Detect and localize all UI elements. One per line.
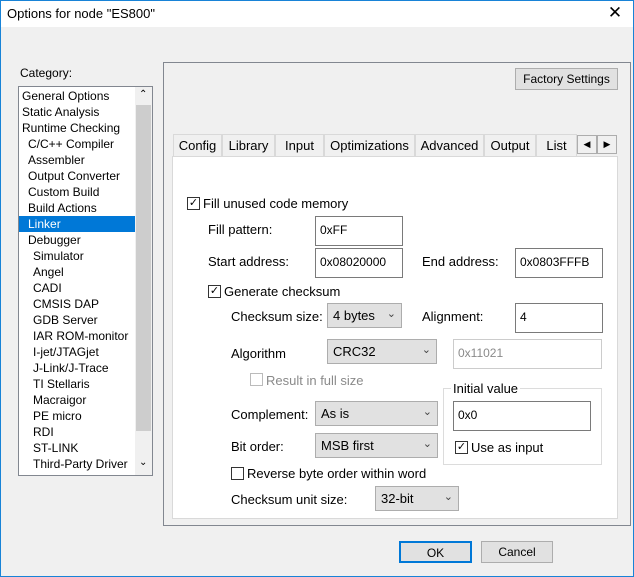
category-item[interactable]: PE micro — [19, 408, 135, 424]
tab-input[interactable]: Input — [275, 134, 324, 157]
polynomial-input: 0x11021 — [453, 339, 602, 369]
category-item[interactable]: GDB Server — [19, 312, 135, 328]
category-item[interactable]: Debugger — [19, 232, 135, 248]
tab-output[interactable]: Output — [484, 134, 536, 157]
checksum-unit-size-value: 32-bit — [381, 491, 414, 506]
chevron-down-icon: ⌄ — [443, 491, 453, 503]
category-list[interactable]: ⌃ ⌄ General Options Static Analysis Runtim… — [18, 86, 153, 476]
tab-scroll-left-icon[interactable]: ◀ — [577, 135, 597, 154]
reverse-byte-order-label: Reverse byte order within word — [247, 466, 427, 481]
category-item[interactable]: J-Link/J-Trace — [19, 360, 135, 376]
start-address-label: Start address: — [208, 254, 289, 269]
category-item[interactable]: Custom Build — [19, 184, 135, 200]
initial-value-input[interactable]: 0x0 — [453, 401, 591, 431]
window-title: Options for node "ES800" — [7, 6, 155, 21]
algorithm-select[interactable]: CRC32 ⌄ — [327, 339, 437, 364]
category-item[interactable]: Build Actions — [19, 200, 135, 216]
category-item[interactable]: Assembler — [19, 152, 135, 168]
scroll-thumb[interactable] — [136, 105, 151, 431]
category-item[interactable]: C/C++ Compiler — [19, 136, 135, 152]
end-address-label: End address: — [422, 254, 499, 269]
alignment-label: Alignment: — [422, 309, 484, 324]
initial-value-label: Initial value — [451, 381, 521, 396]
category-item[interactable]: Runtime Checking — [19, 120, 135, 136]
full-size-label: Result in full size — [266, 373, 364, 388]
full-size-checkbox — [250, 373, 263, 386]
fill-unused-label: Fill unused code memory — [203, 196, 349, 211]
close-icon[interactable]: ✕ — [603, 3, 627, 23]
category-item[interactable]: Static Analysis — [19, 104, 135, 120]
generate-checksum-label: Generate checksum — [224, 284, 341, 299]
tab-scroll-right-icon[interactable]: ▶ — [597, 135, 617, 154]
category-item[interactable]: IAR ROM-monitor — [19, 328, 135, 344]
title-bar: Options for node "ES800" ✕ — [1, 1, 633, 27]
tab-optimizations[interactable]: Optimizations — [324, 134, 415, 157]
fill-pattern-label: Fill pattern: — [208, 222, 273, 237]
fill-pattern-input[interactable]: 0xFF — [315, 216, 403, 246]
chevron-down-icon: ⌄ — [422, 406, 432, 418]
checksum-size-value: 4 bytes — [333, 308, 375, 323]
start-address-input[interactable]: 0x08020000 — [315, 248, 403, 278]
category-item[interactable]: CADI — [19, 280, 135, 296]
chevron-down-icon: ⌄ — [386, 308, 396, 320]
category-item[interactable]: Macraigor — [19, 392, 135, 408]
checksum-size-select[interactable]: 4 bytes ⌄ — [327, 303, 402, 328]
category-label: Category: — [20, 66, 73, 80]
bit-order-select[interactable]: MSB first ⌄ — [315, 433, 438, 458]
checksum-unit-size-select[interactable]: 32-bit ⌄ — [375, 486, 459, 511]
alignment-input[interactable]: 4 — [515, 303, 603, 333]
scroll-up-icon[interactable]: ⌃ — [139, 89, 147, 100]
chevron-down-icon: ⌄ — [421, 344, 431, 356]
tab-library[interactable]: Library — [222, 134, 275, 157]
category-item[interactable]: Linker — [19, 216, 135, 232]
tab-advanced[interactable]: Advanced — [415, 134, 484, 157]
category-scrollbar[interactable]: ⌃ ⌄ — [135, 87, 152, 475]
use-as-input-checkbox[interactable]: ✓ — [455, 441, 468, 454]
bit-order-label: Bit order: — [231, 439, 284, 454]
checksum-unit-size-label: Checksum unit size: — [231, 492, 348, 507]
fill-unused-checkbox[interactable]: ✓ — [187, 197, 200, 210]
category-item[interactable]: Output Converter — [19, 168, 135, 184]
tab-config[interactable]: Config — [173, 134, 222, 157]
category-item[interactable]: Simulator — [19, 248, 135, 264]
generate-checksum-checkbox[interactable]: ✓ — [208, 285, 221, 298]
category-item[interactable]: General Options — [19, 88, 135, 104]
end-address-input[interactable]: 0x0803FFFB — [515, 248, 603, 278]
category-item[interactable]: Angel — [19, 264, 135, 280]
cancel-button[interactable]: Cancel — [481, 541, 553, 563]
category-item[interactable]: TI Stellaris — [19, 376, 135, 392]
category-item[interactable]: Third-Party Driver — [19, 456, 135, 472]
category-item[interactable]: ST-LINK — [19, 440, 135, 456]
scroll-down-icon[interactable]: ⌄ — [139, 457, 147, 468]
category-item[interactable]: CMSIS DAP — [19, 296, 135, 312]
tab-list[interactable]: List — [536, 134, 577, 157]
complement-select[interactable]: As is ⌄ — [315, 401, 438, 426]
algorithm-label: Algorithm — [231, 346, 286, 361]
factory-settings-button[interactable]: Factory Settings — [515, 68, 618, 90]
checksum-size-label: Checksum size: — [231, 309, 323, 324]
reverse-byte-order-checkbox[interactable] — [231, 467, 244, 480]
bit-order-value: MSB first — [321, 438, 374, 453]
complement-label: Complement: — [231, 407, 309, 422]
category-item[interactable]: I-jet/JTAGjet — [19, 344, 135, 360]
chevron-down-icon: ⌄ — [422, 438, 432, 450]
complement-value: As is — [321, 406, 350, 421]
category-item[interactable]: RDI — [19, 424, 135, 440]
use-as-input-label: Use as input — [471, 440, 544, 455]
algorithm-value: CRC32 — [333, 344, 376, 359]
ok-button[interactable]: OK — [399, 541, 472, 563]
